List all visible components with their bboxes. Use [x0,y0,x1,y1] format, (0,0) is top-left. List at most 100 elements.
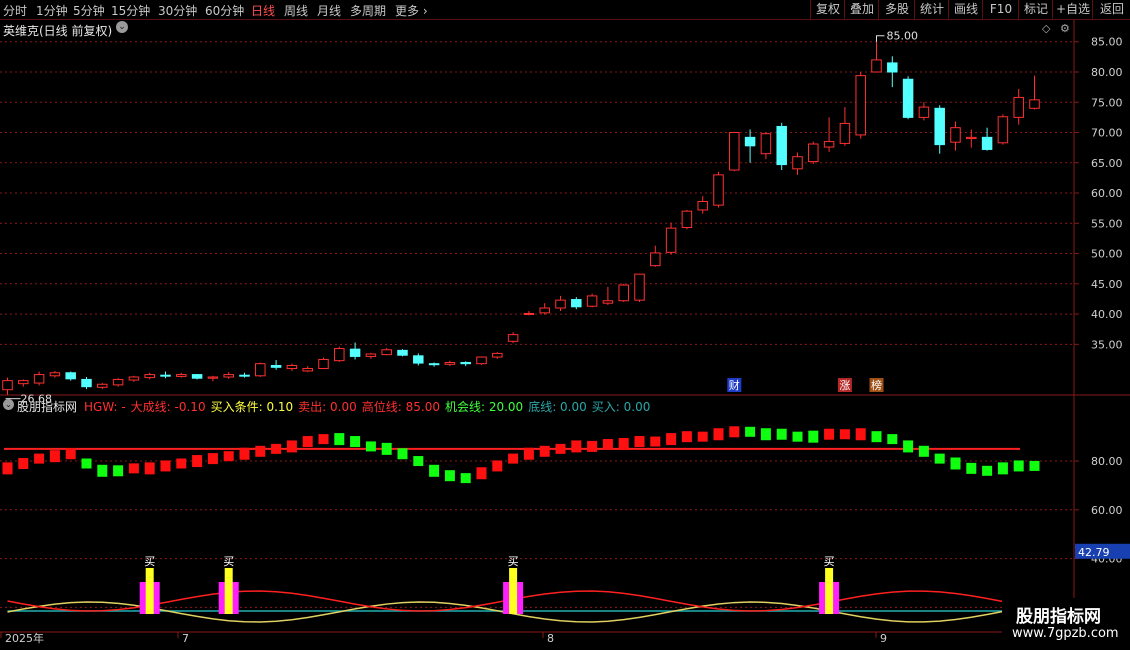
period-tab-more[interactable]: 更多 › [395,2,428,19]
price-axis-label: 35.00 [1091,338,1123,351]
time-axis-label: 8 [547,632,554,645]
candle-body [555,299,566,309]
candle-body [697,201,708,211]
hgw-bar [128,463,139,474]
hgw-bar [571,440,582,453]
candle-body [839,122,851,144]
period-tab-weekly[interactable]: 周线 [284,2,308,19]
candle-body [713,174,724,206]
price-axis-label: 65.00 [1091,157,1123,170]
event-marker: 涨 [839,379,850,392]
hgw-bar [160,460,171,472]
candle-body [950,127,961,143]
candle-body [365,353,377,357]
candle-body [602,300,614,304]
candle-body [144,374,155,379]
hgw-bar [365,441,376,452]
candle-body [507,334,519,342]
statistics-button[interactable]: 统计 [914,0,949,19]
candle-body [997,116,1009,144]
period-tab-30min[interactable]: 30分钟 [158,2,197,19]
buy-signal-bar [509,568,518,614]
event-marker: 财 [729,378,740,392]
hgw-bar [239,447,250,460]
price-axis-label: 85.00 [1091,36,1123,49]
period-tab-60min[interactable]: 60分钟 [205,2,244,19]
candle-body [729,132,740,171]
hgw-bar [49,450,60,463]
adjust-button[interactable]: 复权 [810,0,845,19]
period-tab-daily[interactable]: 日线 [251,2,275,19]
hgw-bar [18,457,29,469]
mark-button[interactable]: 标记 [1018,0,1053,19]
hgw-bar [982,465,993,476]
hgw-bar [713,428,724,441]
hgw-bar [855,428,866,441]
period-tab-multi[interactable]: 多周期 [350,2,386,19]
candle-body [934,107,945,146]
hgw-bar [476,467,487,480]
hgw-bar [950,457,961,470]
period-tab-timeshare[interactable]: 分时 [3,2,27,19]
hgw-bar [207,453,218,465]
period-tab-15min[interactable]: 15分钟 [111,2,150,19]
period-tab-1min[interactable]: 1分钟 [36,2,68,19]
candle-body [223,374,234,378]
hgw-bar [176,458,187,469]
candle-body [681,210,693,229]
hgw-bar [334,433,345,446]
candle-body [18,380,29,385]
watermark-url: www.7gpzb.com [1012,626,1119,641]
hgw-bar [824,428,835,440]
buy-signal-label: 买 [144,555,155,568]
hgw-bar [1029,460,1040,471]
candle-body [397,349,408,356]
hgw-bar [871,431,882,443]
candle-body [760,133,772,155]
time-axis-label: 2025年 [5,631,44,645]
hgw-bar [144,462,155,475]
candle-body [1029,99,1040,109]
candle-body [239,374,250,377]
buy-signal-bar [224,568,233,614]
candle-body [776,125,787,166]
high-price-label: 85.00 [887,30,919,43]
overlay-button[interactable]: 叠加 [844,0,879,19]
candle-body [112,378,124,386]
candle-body [823,141,835,148]
candle-body [855,75,866,136]
hgw-bar [792,431,803,442]
candle-body [349,348,361,357]
candle-body [871,59,882,73]
candle-body [650,252,661,267]
hgw-bar [65,448,76,460]
candle-body [381,349,392,356]
toolbar: 分时 1分钟 5分钟 15分钟 30分钟 60分钟 日线 周线 月线 多周期 更… [0,0,1130,20]
price-axis-label: 50.00 [1091,248,1123,261]
candle-body [33,374,45,384]
watermark-title: 股朋指标网 [1016,607,1101,627]
buy-signal-bar [145,568,154,614]
hgw-bar [760,428,771,441]
period-tab-monthly[interactable]: 月线 [317,2,341,19]
candle-body [476,356,487,365]
period-tab-5min[interactable]: 5分钟 [73,2,105,19]
hgw-bar [429,464,440,477]
hgw-bar [192,455,203,468]
back-button[interactable]: 返回 [1092,0,1130,19]
candle-body [1013,96,1024,118]
add-favorite-button[interactable]: +自选 [1052,0,1093,19]
price-axis-label: 75.00 [1091,96,1123,109]
candle-body [2,380,13,391]
candle-body [49,372,61,377]
low-price-label: 26.68 [21,393,53,406]
candle-body [918,106,930,118]
buy-signal-label: 买 [824,555,835,568]
draw-line-button[interactable]: 画线 [948,0,983,19]
event-marker: 榜 [871,378,882,392]
hgw-bar [729,426,740,438]
multi-stock-button[interactable]: 多股 [878,0,915,19]
time-axis-label: 7 [182,632,189,645]
candle-body [270,365,282,368]
f10-button[interactable]: F10 [982,0,1019,19]
